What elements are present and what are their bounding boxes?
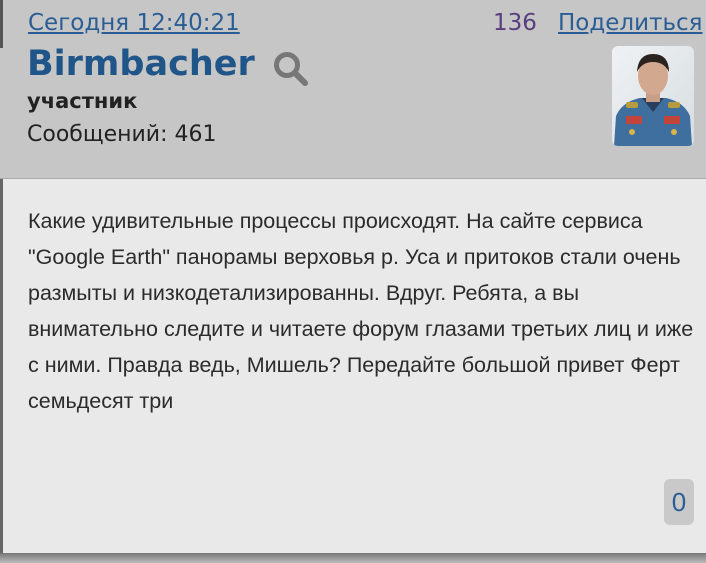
like-counter-button[interactable]: 0 [664, 479, 694, 525]
author-message-count: Сообщений: 461 [27, 122, 217, 147]
author-username[interactable]: Birmbacher [27, 44, 255, 84]
body-divider [0, 179, 3, 553]
search-icon[interactable] [272, 50, 310, 88]
share-link[interactable]: Поделиться [558, 10, 703, 36]
author-role: участник [27, 89, 138, 113]
avatar[interactable] [612, 46, 694, 146]
post-timestamp-link[interactable]: Сегодня 12:40:21 [28, 10, 240, 36]
post-number: 136 [493, 10, 537, 36]
post-text: Какие удивительные процессы происходят. … [28, 209, 694, 413]
header-divider [0, 0, 3, 48]
post-header: Сегодня 12:40:21 136 Поделиться Birmbach… [0, 0, 706, 179]
bottom-divider [0, 553, 706, 563]
post-body: Какие удивительные процессы происходят. … [0, 179, 706, 553]
